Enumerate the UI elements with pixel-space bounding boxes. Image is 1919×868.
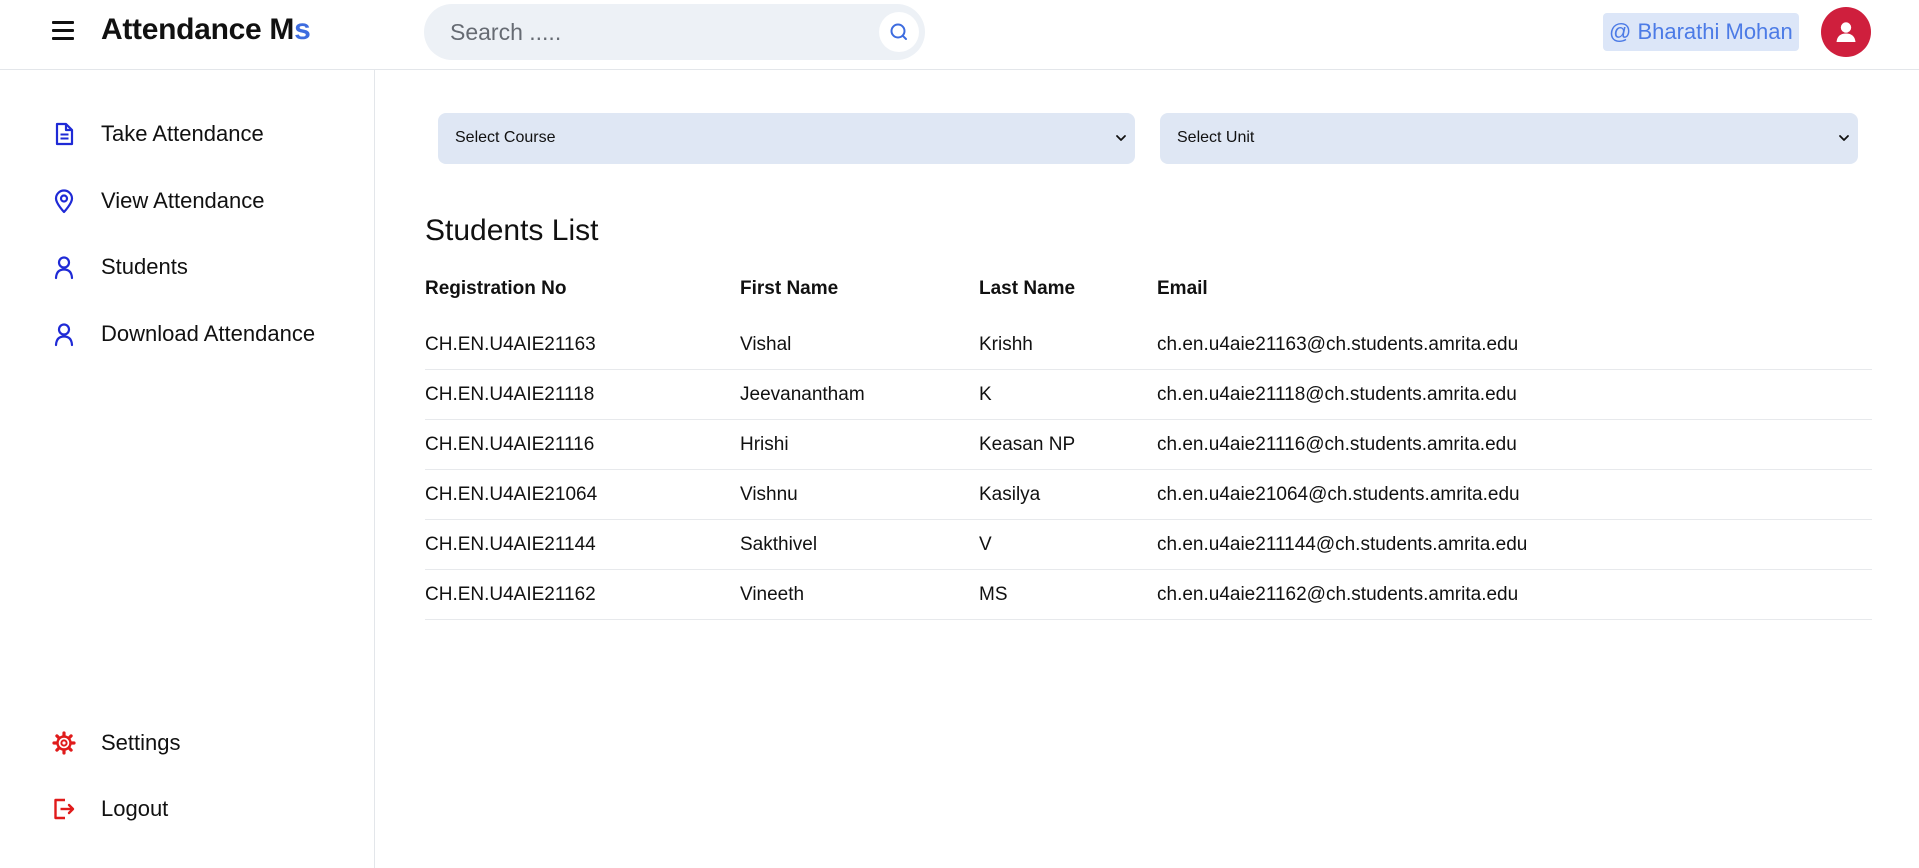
sidebar-item-label: View Attendance [101,188,265,213]
chevron-down-icon [1116,135,1126,141]
cell-registration: CH.EN.U4AIE21118 [425,384,595,405]
cell-last-name: Keasan NP [979,434,1076,455]
sidebar-item-take-attendance[interactable]: Take Attendance [50,114,350,154]
cell-last-name: V [979,534,992,555]
cell-last-name: Krishh [979,334,1033,355]
table-row[interactable]: CH.EN.U4AIE21163 Vishal Krishh ch.en.u4a… [425,320,1872,370]
main-content: Select Course Select Unit Students List … [376,70,1919,868]
sidebar: Take Attendance View Attendance Students… [0,70,375,868]
gear-icon [50,729,78,757]
cell-first-name: Hrishi [740,434,789,455]
sidebar-item-settings[interactable]: Settings [50,723,350,763]
unit-select-value: Select Unit [1177,129,1255,146]
sidebar-item-students[interactable]: Students [50,247,350,287]
sidebar-item-label: Logout [101,796,169,821]
logout-icon [50,795,78,823]
column-header-first-name: First Name [740,278,839,299]
cell-first-name: Vishnu [740,484,798,505]
sidebar-item-label: Settings [101,730,181,755]
table-row[interactable]: CH.EN.U4AIE21116 Hrishi Keasan NP ch.en.… [425,420,1872,470]
sidebar-item-label: Students [101,254,188,279]
sidebar-item-label: Download Attendance [101,321,316,346]
cell-registration: CH.EN.U4AIE21163 [425,334,596,355]
table-row[interactable]: CH.EN.U4AIE21064 Vishnu Kasilya ch.en.u4… [425,470,1872,520]
location-pin-icon [50,187,78,215]
cell-registration: CH.EN.U4AIE21144 [425,534,596,555]
sidebar-item-label: Take Attendance [101,121,264,146]
sidebar-item-download-attendance[interactable]: Download Attendance [50,314,350,354]
table-row[interactable]: CH.EN.U4AIE21162 Vineeth MS ch.en.u4aie2… [425,570,1872,620]
cell-email: ch.en.u4aie21118@ch.students.amrita.edu [1157,384,1517,405]
cell-registration: CH.EN.U4AIE21116 [425,434,595,455]
table-header: Registration No First Name Last Name Ema… [425,270,1872,320]
user-avatar-icon [1836,22,1856,42]
chevron-down-icon [1839,135,1849,141]
brand-main: Attendance M [101,13,295,46]
cell-registration: CH.EN.U4AIE21162 [425,584,596,605]
cell-last-name: Kasilya [979,484,1041,505]
cell-first-name: Vishal [740,334,792,355]
column-header-registration: Registration No [425,278,567,299]
sidebar-item-view-attendance[interactable]: View Attendance [50,181,350,221]
course-select-value: Select Course [455,129,556,146]
cell-email: ch.en.u4aie21162@ch.students.amrita.edu [1157,584,1519,605]
user-name-tag[interactable]: @ Bharathi Mohan [1603,13,1799,51]
cell-email: ch.en.u4aie21064@ch.students.amrita.edu [1157,484,1520,505]
search-input[interactable] [450,12,850,52]
table-row[interactable]: CH.EN.U4AIE21118 Jeevanantham K ch.en.u4… [425,370,1872,420]
cell-email: ch.en.u4aie21163@ch.students.amrita.edu [1157,334,1519,355]
top-bar: Attendance Ms @ Bharathi Mohan [0,0,1919,70]
user-icon [50,320,78,348]
brand-accent: s [294,13,311,46]
students-table: Registration No First Name Last Name Ema… [425,270,1872,620]
column-header-last-name: Last Name [979,278,1076,299]
search-bar [424,4,925,60]
course-select[interactable]: Select Course [438,113,1135,164]
students-list-title: Students List [425,214,599,247]
search-icon [890,23,907,40]
app-brand: Attendance Ms [101,13,311,47]
avatar[interactable] [1821,7,1871,57]
cell-first-name: Vineeth [740,584,805,605]
cell-first-name: Sakthivel [740,534,818,555]
cell-last-name: MS [979,584,1008,605]
hamburger-menu-icon[interactable] [51,21,75,43]
search-button[interactable] [879,12,919,52]
cell-first-name: Jeevanantham [740,384,865,405]
sidebar-item-logout[interactable]: Logout [50,789,350,829]
column-header-email: Email [1157,278,1208,299]
document-icon [50,120,78,148]
cell-registration: CH.EN.U4AIE21064 [425,484,598,505]
cell-last-name: K [979,384,992,405]
cell-email: ch.en.u4aie211144@ch.students.amrita.edu [1157,534,1528,555]
table-row[interactable]: CH.EN.U4AIE21144 Sakthivel V ch.en.u4aie… [425,520,1872,570]
unit-select[interactable]: Select Unit [1160,113,1858,164]
user-icon [50,253,78,281]
cell-email: ch.en.u4aie21116@ch.students.amrita.edu [1157,434,1517,455]
